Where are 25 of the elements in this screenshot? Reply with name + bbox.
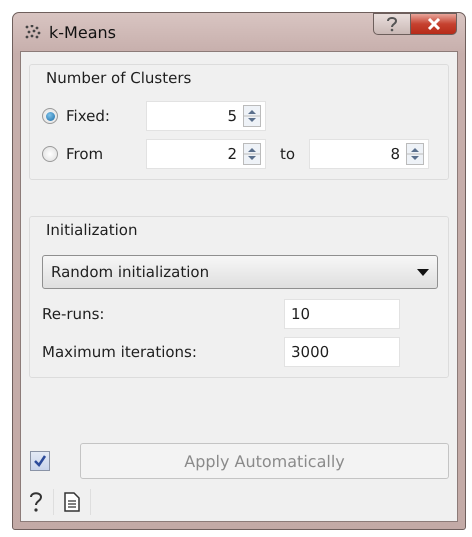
document-icon[interactable] [64,492,80,512]
radio-button[interactable] [42,108,58,124]
spin-arrows-icon[interactable] [243,143,261,165]
number-spinbox[interactable]: 8 [309,139,430,169]
help-icon [386,16,398,32]
input-field[interactable]: 10 [284,299,400,329]
method-dropdown[interactable]: Random initialization [42,255,438,289]
close-icon [426,18,440,30]
number-spinbox[interactable]: 5 [146,101,266,131]
close-button[interactable] [411,13,457,35]
window-title: k-Means [49,22,116,42]
scatter-icon [25,25,41,39]
radio-label: Fixed: [66,107,111,125]
field-label: Re-runs: [42,305,106,323]
dropdown-arrow-icon [417,268,429,276]
spin-arrows-icon[interactable] [243,105,261,127]
help-button[interactable] [373,13,411,35]
number-spinbox[interactable]: 2 [146,139,266,169]
radio-button[interactable] [42,146,58,162]
radio-label: From [66,145,104,163]
input-field[interactable]: 3000 [284,337,400,367]
range-separator: to [280,145,296,163]
help-icon[interactable] [29,491,43,513]
field-label: Maximum iterations: [42,343,198,361]
spin-arrows-icon[interactable] [406,143,424,165]
